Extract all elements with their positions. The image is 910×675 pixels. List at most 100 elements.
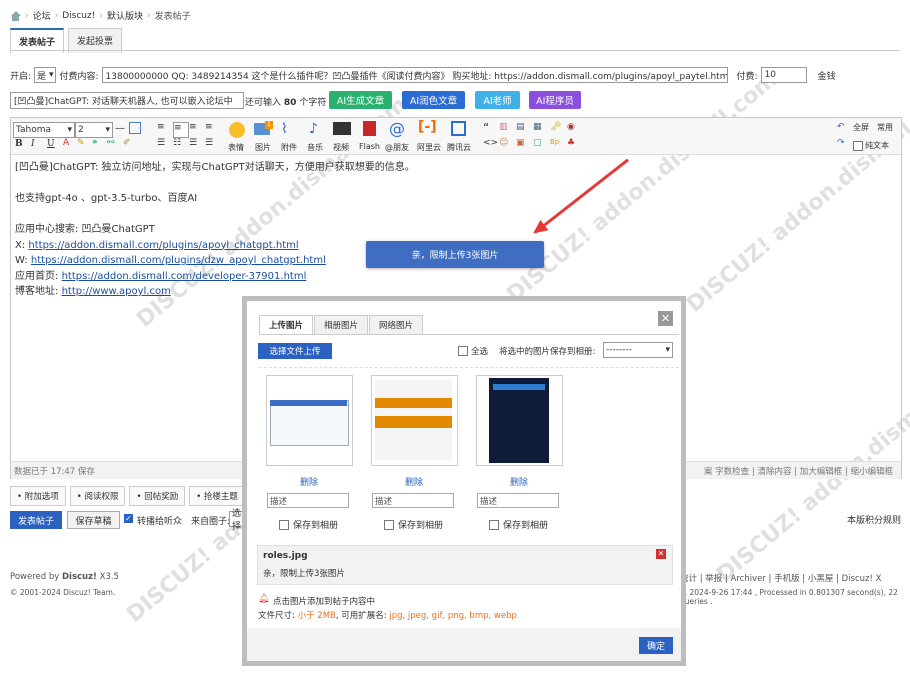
uploaded-image-thumbnail[interactable] xyxy=(371,375,458,466)
breadcrumb-separator: › xyxy=(99,10,103,21)
choose-file-button[interactable]: 选择文件上传 xyxy=(258,343,332,359)
delete-image-link[interactable]: 删除 xyxy=(405,475,423,488)
tab-album-image[interactable]: 相册图片 xyxy=(314,315,368,334)
fee-input[interactable]: 10 xyxy=(760,67,807,83)
editor-tools-links[interactable]: 案 字数检查 | 清除内容 | 加大编辑框 | 缩小编辑框 xyxy=(704,465,893,477)
image-description-input[interactable]: 描述 xyxy=(372,493,454,508)
editor-content[interactable]: [凹凸曼]ChatGPT: 独立访问地址，实现与ChatGPT对话聊天，方便用户… xyxy=(15,160,415,300)
sale-icon[interactable]: ◉ xyxy=(567,122,581,136)
paid-content-input[interactable]: 13800000000 QQ: 3489214354 这个是什么插件呢？凹凸曼插… xyxy=(101,67,728,83)
video-icon[interactable] xyxy=(333,122,351,135)
credit-rules-link[interactable]: 本版积分规则 xyxy=(847,513,901,526)
unordered-list-icon[interactable]: ☰ xyxy=(205,138,219,152)
music-icon[interactable]: ♪ xyxy=(309,121,323,137)
float-right-icon[interactable]: ☷ xyxy=(173,138,187,152)
align-right-icon[interactable]: ≡ xyxy=(189,122,203,136)
horizontal-rule-icon[interactable]: — xyxy=(115,123,129,137)
emoji-icon[interactable] xyxy=(229,122,245,138)
page-icon[interactable]: ▢ xyxy=(533,138,547,152)
editor-link[interactable]: https://addon.dismall.com/plugins/dzw_ap… xyxy=(31,255,326,266)
underline-icon[interactable]: U xyxy=(47,139,61,153)
tab-web-image[interactable]: 网络图片 xyxy=(369,315,423,334)
save-to-album-option[interactable]: 保存到相册 xyxy=(279,518,338,531)
close-icon[interactable]: ✕ xyxy=(658,311,673,326)
save-to-album-option[interactable]: 保存到相册 xyxy=(489,518,548,531)
save-to-album-option[interactable]: 保存到相册 xyxy=(384,518,443,531)
font-size-select[interactable]: 2 ▾ xyxy=(75,122,113,138)
plain-text-checkbox[interactable] xyxy=(853,141,863,151)
unlink-icon[interactable]: ⚯ xyxy=(107,138,121,152)
title-input[interactable]: [凹凸曼]ChatGPT: 对话聊天机器人, 也可以嵌入论坛中 xyxy=(10,92,244,109)
breadcrumb-discuz[interactable]: Discuz! xyxy=(62,11,95,21)
gift-icon[interactable]: ♣ xyxy=(567,138,581,152)
save-to-album-checkbox[interactable] xyxy=(489,519,499,530)
clear-format-icon[interactable]: ✐ xyxy=(123,138,137,152)
uploaded-image-thumbnail[interactable] xyxy=(266,375,353,466)
quote-icon[interactable]: “ xyxy=(483,121,497,135)
chevron-down-icon: ▾ xyxy=(48,70,54,80)
discuz-brand[interactable]: Discuz! xyxy=(62,572,97,582)
source-code-icon[interactable]: <> xyxy=(483,138,498,152)
user-icon[interactable]: ☺ xyxy=(499,138,513,152)
save-to-album-checkbox[interactable] xyxy=(384,519,394,530)
link-icon[interactable]: ⚭ xyxy=(91,138,105,152)
home-icon[interactable] xyxy=(10,10,21,21)
free-icon[interactable]: ▤ xyxy=(516,122,530,136)
breadcrumb-default-board[interactable]: 默认版块 xyxy=(107,9,143,22)
extra-options-button[interactable]: • 附加选项 xyxy=(10,486,66,506)
tencent-cloud-icon[interactable] xyxy=(451,121,466,136)
ai-teacher-button[interactable]: AI老师 xyxy=(475,91,520,109)
remove-error-icon[interactable]: ✕ xyxy=(656,549,666,559)
ai-programmer-button[interactable]: AI程序员 xyxy=(529,91,581,109)
editor-link-line: 应用首页: https://addon.dismall.com/develope… xyxy=(15,270,307,282)
footer-links[interactable]: 统计 | 举报 | Archiver | 手机版 | 小黑屋 | Discuz!… xyxy=(680,572,881,584)
save-to-album-checkbox[interactable] xyxy=(279,519,289,530)
at-friend-icon[interactable]: @ xyxy=(389,119,405,138)
read-permission-button[interactable]: • 阅读权限 xyxy=(69,486,126,506)
hide-icon[interactable]: ▦ xyxy=(533,122,547,136)
password-icon[interactable]: 🗝 xyxy=(550,122,564,136)
magic-icon[interactable]: ▣ xyxy=(516,138,530,152)
highlight-icon[interactable]: ✎ xyxy=(77,138,91,152)
ordered-list-icon[interactable]: ☰ xyxy=(189,138,203,152)
album-select[interactable]: -------- ▾ xyxy=(603,342,673,358)
editor-link[interactable]: https://addon.dismall.com/plugins/apoyl_… xyxy=(28,240,298,251)
ai-polish-button[interactable]: AI润色文章 xyxy=(402,91,465,109)
font-family-select[interactable]: Tahoma ▾ xyxy=(13,122,75,138)
tab-upload-image[interactable]: 上传图片 xyxy=(259,315,313,334)
image-description-input[interactable]: 描述 xyxy=(267,493,349,508)
flash-icon[interactable] xyxy=(363,121,376,136)
select-all-checkbox[interactable] xyxy=(458,346,468,356)
audience-checkbox[interactable]: ✓ xyxy=(124,514,133,523)
align-center-icon[interactable]: ≡ xyxy=(173,122,189,138)
baidu-icon[interactable]: Bp xyxy=(550,138,564,152)
editor-link[interactable]: https://addon.dismall.com/developer-3790… xyxy=(62,271,307,282)
fullscreen-button[interactable]: 全屏 xyxy=(853,122,869,133)
float-left-icon[interactable]: ☰ xyxy=(157,138,171,152)
image-description-input[interactable]: 描述 xyxy=(477,493,559,508)
code-block-icon[interactable]: ▥ xyxy=(499,122,513,136)
breadcrumb-forum[interactable]: 论坛 xyxy=(33,9,51,22)
undo-icon[interactable]: ↶ xyxy=(837,122,851,136)
redo-icon[interactable]: ↷ xyxy=(837,138,851,152)
delete-image-link[interactable]: 删除 xyxy=(510,475,528,488)
confirm-button[interactable]: 确定 xyxy=(639,637,673,654)
common-button[interactable]: 常用 xyxy=(877,122,893,133)
font-color-icon[interactable]: A xyxy=(63,138,77,152)
submit-post-button[interactable]: 发表帖子 xyxy=(10,511,62,529)
enable-select[interactable]: 是 ▾ xyxy=(34,67,57,83)
table-icon[interactable] xyxy=(129,122,141,134)
italic-icon[interactable]: I xyxy=(31,139,45,153)
attachment-icon[interactable]: ⌇ xyxy=(281,121,295,137)
align-justify-icon[interactable]: ≡ xyxy=(205,122,219,136)
ai-generate-button[interactable]: AI生成文章 xyxy=(329,91,392,109)
floor-grab-button[interactable]: • 抢楼主题 xyxy=(189,486,245,506)
delete-image-link[interactable]: 删除 xyxy=(300,475,318,488)
uploaded-image-thumbnail[interactable] xyxy=(476,375,563,466)
align-left-icon[interactable]: ≡ xyxy=(157,122,171,136)
editor-link[interactable]: http://www.apoyl.com xyxy=(62,286,171,297)
save-draft-button[interactable]: 保存草稿 xyxy=(67,511,120,529)
aliyun-icon[interactable]: [-] xyxy=(418,119,437,135)
reply-reward-button[interactable]: • 回帖奖励 xyxy=(129,486,186,506)
bold-icon[interactable]: B xyxy=(15,139,29,153)
